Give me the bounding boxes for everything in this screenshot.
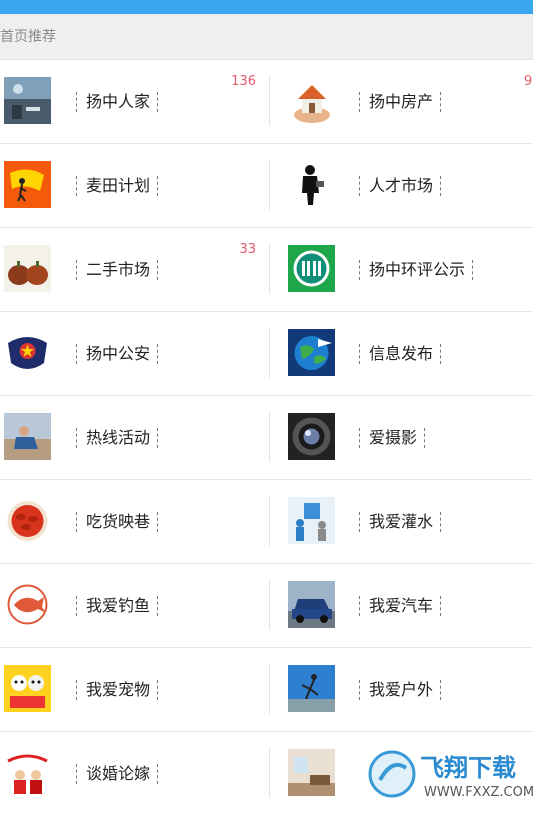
grid-item-pets[interactable]: 我爱宠物 [0, 648, 266, 731]
grid-item-second-hand[interactable]: 二手市场 33 [0, 228, 266, 311]
globe-plane-icon [288, 329, 335, 376]
count-badge: 97 [524, 74, 533, 89]
grid-row: 我爱宠物 我爱户外 [0, 648, 533, 732]
grid-item-outdoor[interactable]: 我爱户外 [284, 648, 533, 731]
section-title: 首页推荐 [0, 29, 56, 45]
grid-row: 吃货映巷 我爱灌水 [0, 480, 533, 564]
column-divider [269, 160, 270, 210]
grid-item-info-publish[interactable]: 信息发布 [284, 312, 533, 395]
grid-item-cars[interactable]: 我爱汽车 [284, 564, 533, 647]
grid-item-label: 扬中人家 [76, 92, 159, 112]
grid-item-label: 麦田计划 [76, 176, 159, 196]
grid-item-label: 我爱钓鱼 [76, 596, 159, 616]
grid-item-chat[interactable]: 我爱灌水 [284, 480, 533, 563]
grid-row: 扬中人家 136 扬中房产 97 [0, 60, 533, 144]
grid-item-label: 我爱灌水 [359, 512, 442, 532]
env-emblem-icon [288, 245, 335, 292]
status-bar [0, 0, 533, 14]
grid-item-foodie[interactable]: 吃货映巷 [0, 480, 266, 563]
column-divider [269, 748, 270, 798]
watermark: 飞翔下载 WWW.FXXZ.COM [364, 744, 533, 807]
count-badge: 33 [239, 242, 256, 257]
grid-item-label: 信息发布 [359, 344, 442, 364]
fish-logo-icon [4, 581, 51, 628]
grid-row: 扬中公安 信息发布 [0, 312, 533, 396]
police-badge-icon [4, 329, 51, 376]
grid-item-talent-market[interactable]: 人才市场 [284, 144, 533, 227]
grid-row: 热线活动 爱摄影 [0, 396, 533, 480]
grid-item-wheat-plan[interactable]: 麦田计划 [0, 144, 266, 227]
outdoor-jump-icon [288, 665, 335, 712]
grid-item-label: 我爱户外 [359, 680, 442, 700]
grid-item-police[interactable]: 扬中公安 [0, 312, 266, 395]
grid-item-label: 爱摄影 [359, 428, 426, 448]
grid-item-env-notice[interactable]: 扬中环评公示 [284, 228, 533, 311]
grid-item-fishing[interactable]: 我爱钓鱼 [0, 564, 266, 647]
flag-runner-icon [4, 161, 51, 208]
businessman-icon [288, 161, 335, 208]
column-divider [269, 328, 270, 378]
column-divider [269, 244, 270, 294]
grid-row: 我爱钓鱼 我爱汽车 [0, 564, 533, 648]
column-divider [269, 412, 270, 462]
section-header: 首页推荐 [0, 14, 533, 60]
grid-item-photography[interactable]: 爱摄影 [284, 396, 533, 479]
beach-photo-icon [4, 413, 51, 460]
grid-item-house[interactable]: 扬中房产 97 [284, 60, 533, 143]
grid-row: 麦田计划 人才市场 [0, 144, 533, 228]
column-divider [269, 580, 270, 630]
camera-lens-icon [288, 413, 335, 460]
grid-row: 二手市场 33 扬中环评公示 [0, 228, 533, 312]
column-divider [269, 496, 270, 546]
grid-item-wedding[interactable]: 谈婚论嫁 [0, 732, 266, 815]
grid-item-label: 扬中公安 [76, 344, 159, 364]
grid-item-label: 二手市场 [76, 260, 159, 280]
puzzle-people-icon [288, 497, 335, 544]
watermark-url: WWW.FXXZ.COM [424, 785, 533, 800]
grid-item-label: 谈婚论嫁 [76, 764, 159, 784]
grid-item-label: 热线活动 [76, 428, 159, 448]
wedding-icon [4, 749, 51, 796]
watermark-text: 飞翔下载 [420, 754, 516, 782]
pets-icon [4, 665, 51, 712]
grid-item-label: 扬中房产 [359, 92, 442, 112]
photo-sea-icon [4, 77, 51, 124]
grid-item-label: 我爱汽车 [359, 596, 442, 616]
room-interior-icon [288, 749, 335, 796]
grid-item-label: 人才市场 [359, 176, 442, 196]
column-divider [269, 76, 270, 126]
crayfish-plate-icon [4, 497, 51, 544]
grid-item-label: 我爱宠物 [76, 680, 159, 700]
pumpkins-icon [4, 245, 51, 292]
house-in-hand-icon [288, 77, 335, 124]
count-badge: 136 [231, 74, 256, 89]
grid-item-label: 吃货映巷 [76, 512, 159, 532]
grid-item-yangzhong-home[interactable]: 扬中人家 136 [0, 60, 266, 143]
grid-item-hotline[interactable]: 热线活动 [0, 396, 266, 479]
grid-item-label: 扬中环评公示 [359, 260, 474, 280]
car-icon [288, 581, 335, 628]
column-divider [269, 664, 270, 714]
